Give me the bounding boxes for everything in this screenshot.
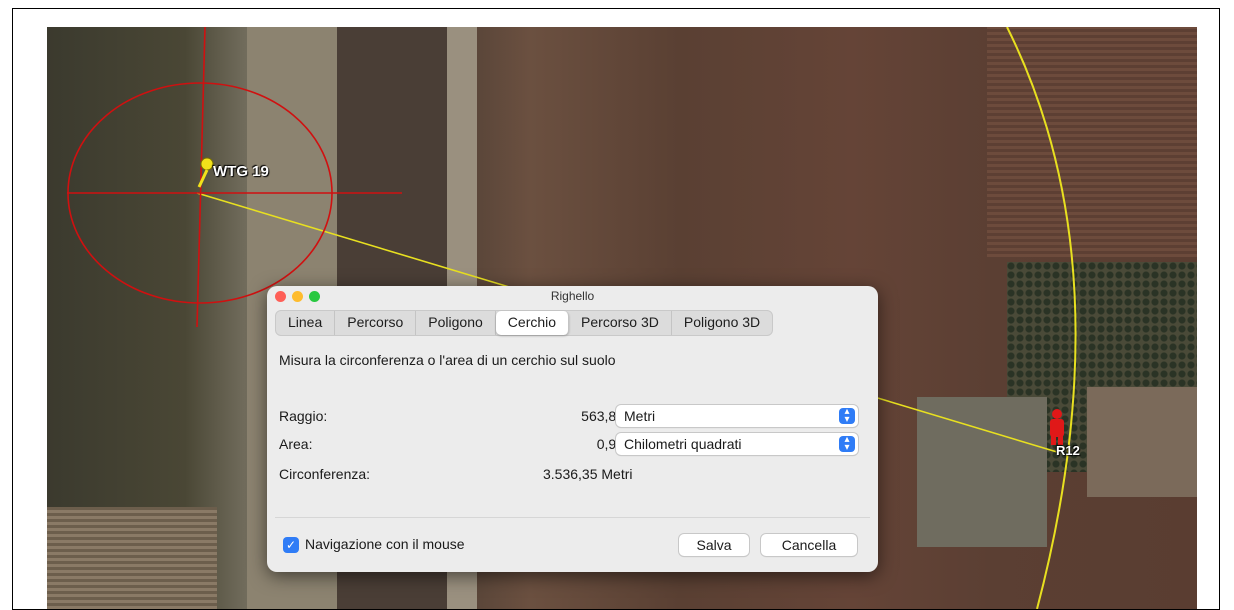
chevron-updown-icon: ▴ ▾ (839, 435, 855, 453)
ruler-dialog: Righello Linea Percorso Poligono Cerchio… (267, 286, 878, 572)
tab-poligono[interactable]: Poligono (416, 311, 496, 335)
red-person-icon (1050, 409, 1064, 445)
area-unit-value: Chilometri quadrati (624, 436, 742, 452)
window-controls (275, 291, 320, 302)
chevron-updown-icon: ▴ ▾ (839, 407, 855, 425)
screenshot-frame: WTG 19 R12 Righello Linea Percorso Polig… (12, 8, 1220, 610)
tab-percorso-3d[interactable]: Percorso 3D (569, 311, 672, 335)
radius-row: Raggio: 563,87 (279, 405, 624, 427)
dialog-title: Righello (550, 289, 595, 303)
tab-cerchio[interactable]: Cerchio (495, 311, 570, 335)
measure-tabs: Linea Percorso Poligono Cerchio Percorso… (275, 310, 774, 336)
close-window-button[interactable] (275, 291, 286, 302)
area-row: Area: 0,99 (279, 433, 624, 455)
minimize-window-button[interactable] (292, 291, 303, 302)
mouse-navigation-label[interactable]: Navigazione con il mouse (305, 536, 465, 552)
tab-linea[interactable]: Linea (276, 311, 336, 335)
measure-description: Misura la circonferenza o l'area di un c… (279, 352, 616, 368)
area-label: Area: (279, 436, 313, 452)
radius-unit-value: Metri (624, 408, 656, 424)
circumference-row: Circonferenza: 3.536,35 Metri (279, 463, 659, 485)
dialog-titlebar[interactable]: Righello (267, 286, 878, 306)
cancel-button[interactable]: Cancella (761, 534, 857, 556)
radius-unit-select[interactable]: Metri ▴ ▾ (616, 405, 858, 427)
marker-label-wtg19[interactable]: WTG 19 (213, 163, 269, 180)
circumference-value: 3.536,35 Metri (543, 466, 633, 482)
circumference-label: Circonferenza: (279, 466, 371, 482)
yellow-circle-arc (1006, 27, 1077, 609)
radius-label: Raggio: (279, 408, 328, 424)
area-unit-select[interactable]: Chilometri quadrati ▴ ▾ (616, 433, 858, 455)
mouse-navigation-checkbox[interactable]: ✓ (283, 537, 299, 553)
tab-percorso[interactable]: Percorso (335, 311, 417, 335)
footer-divider (275, 517, 870, 518)
save-button[interactable]: Salva (679, 534, 749, 556)
marker-label-r12[interactable]: R12 (1056, 443, 1080, 458)
tab-poligono-3d[interactable]: Poligono 3D (672, 311, 772, 335)
zoom-window-button[interactable] (309, 291, 320, 302)
